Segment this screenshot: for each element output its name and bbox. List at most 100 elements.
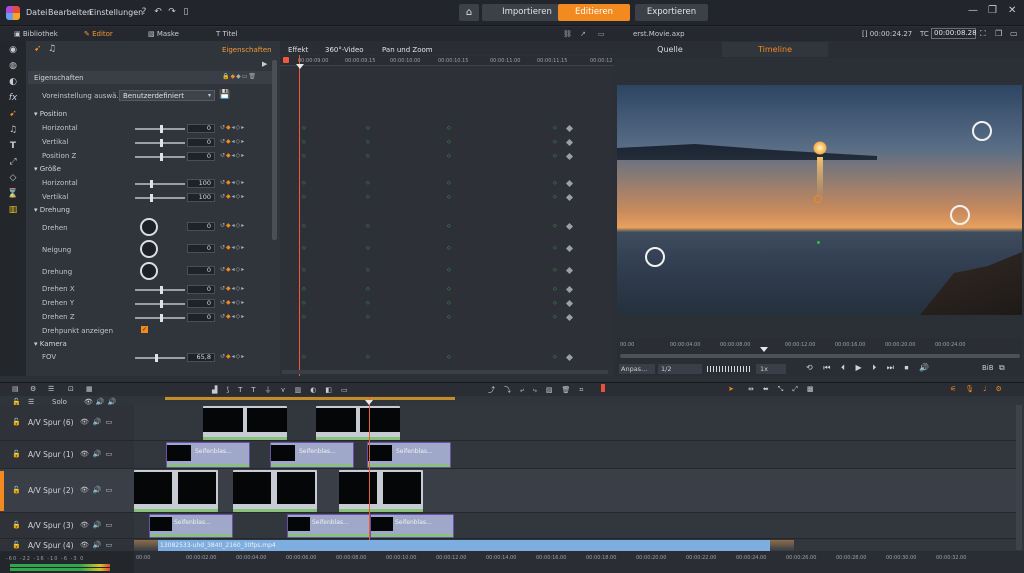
jog-wheel[interactable] [707, 366, 751, 372]
panel-tool-icon[interactable]: ▥ [7, 204, 19, 216]
value-ry[interactable]: 0 [187, 299, 215, 308]
section-size[interactable]: ▾ Größe [34, 165, 61, 173]
pivot-marker[interactable] [814, 195, 822, 203]
fx-tool-icon[interactable]: fx [7, 92, 19, 104]
storyboard-icon[interactable]: ▦ [86, 385, 93, 393]
value-rx[interactable]: 0 [187, 285, 215, 294]
slider-knob-sv[interactable] [150, 194, 153, 202]
clip-video[interactable]: Seifenblas... [270, 442, 354, 468]
keyframe-controls-z[interactable]: ↺◆◂◇▸ [220, 152, 245, 159]
slider-sv[interactable] [135, 197, 185, 199]
keyframe[interactable]: ◇ [447, 314, 451, 320]
undo-icon[interactable]: ↶ [152, 6, 164, 18]
keyframe-hscrollbar[interactable] [282, 370, 608, 374]
preview-window-icon[interactable]: ▭ [1010, 29, 1018, 38]
value-sh[interactable]: 100 [187, 179, 215, 188]
rotate-dial[interactable] [140, 218, 158, 236]
timeline-menu-icon[interactable]: ▤ [12, 385, 19, 393]
maximize-icon[interactable]: ❐ [988, 5, 997, 16]
slider-knob-ry[interactable] [160, 300, 163, 308]
timeline-playhead-handle-icon[interactable] [365, 400, 373, 405]
keyframe[interactable]: ◇ [366, 314, 370, 320]
value-z[interactable]: 0 [187, 152, 215, 161]
track-toggle-icons[interactable]: 👁🔊▭ [80, 486, 116, 494]
keyframe[interactable]: ◇ [302, 180, 306, 186]
panel-collapse-icon[interactable]: ▭ [598, 28, 605, 40]
timecode-current[interactable]: 00:00:08.28 [931, 28, 977, 39]
keyframe-controls-tilt[interactable]: ↺◆◂◇▸ [220, 244, 245, 251]
slider-knob-rz[interactable] [160, 314, 163, 322]
keyframe[interactable]: ◇ [447, 300, 451, 306]
settings-icon[interactable]: ⚙ [30, 385, 36, 393]
keyframe[interactable]: ◇ [553, 139, 557, 145]
video-preview[interactable] [617, 85, 1022, 315]
keyframe[interactable]: ◇ [366, 267, 370, 273]
link-icon[interactable]: ⛓ [563, 28, 572, 40]
edit-tools[interactable]: ⤴⤵⤶⤷▨🗑⌗ [488, 385, 592, 395]
keyframe[interactable]: ◇ [366, 354, 370, 360]
keyframe[interactable]: ◇ [302, 354, 306, 360]
track-toggle-icons[interactable]: 👁🔊▭ [80, 450, 116, 458]
keyframe-controls-fov[interactable]: ↺◆◂◇▸ [220, 353, 245, 360]
trim-tools[interactable]: ⇹⬌⤡⤢▩ [748, 385, 823, 394]
track-toggle-icons[interactable]: 👁🔊▭ [80, 418, 116, 426]
minimize-icon[interactable]: — [968, 5, 978, 16]
section-position[interactable]: ▾ Position [34, 110, 67, 118]
edit-button[interactable]: Editieren [558, 4, 630, 21]
keyframe[interactable]: ◇ [366, 223, 370, 229]
keyframe[interactable]: ◇ [447, 180, 451, 186]
keyframe[interactable]: ◇ [302, 223, 306, 229]
keyframe[interactable]: ◇ [553, 354, 557, 360]
keyframe[interactable]: ◇ [553, 153, 557, 159]
track-lock-icon[interactable]: 🔓 [12, 541, 21, 549]
section-camera[interactable]: ▾ Kamera [34, 340, 67, 348]
tilt-dial[interactable] [140, 240, 158, 258]
tab-title[interactable]: T Titel [216, 28, 238, 40]
keyframe[interactable]: ◇ [447, 223, 451, 229]
keyframe[interactable]: ◇ [366, 194, 370, 200]
keyframe[interactable]: ◇ [553, 180, 557, 186]
keyframe[interactable]: ◇ [366, 153, 370, 159]
value-tilt[interactable]: 0 [187, 244, 215, 253]
play-small-icon[interactable]: ▶ [262, 60, 267, 68]
ratio-select[interactable]: 1/2 [658, 364, 702, 374]
keyframe-controls-rz[interactable]: ↺◆◂◇▸ [220, 313, 245, 320]
fit-select[interactable]: Anpas... [619, 364, 655, 374]
transform-tool-icon[interactable]: ⤢ [7, 156, 19, 168]
keyframe[interactable]: ◇ [447, 245, 451, 251]
slider-knob-h[interactable] [160, 125, 163, 133]
keyframe[interactable]: ◇ [553, 267, 557, 273]
speed-tool-icon[interactable]: ⌛ [7, 188, 19, 200]
keyframe-controls-sv[interactable]: ↺◆◂◇▸ [220, 193, 245, 200]
track-lane[interactable] [134, 441, 1016, 469]
clip-video[interactable]: Seifenblas... [149, 514, 233, 538]
slider-knob-rx[interactable] [160, 286, 163, 294]
subtab-properties[interactable]: Eigenschaften [222, 44, 272, 56]
section-rotation[interactable]: ▾ Drehung [34, 206, 70, 214]
globe-tool-icon[interactable]: ◍ [7, 60, 19, 72]
clip-track[interactable] [316, 406, 400, 440]
keyframe[interactable]: ◇ [366, 180, 370, 186]
keyframe[interactable]: ◇ [366, 300, 370, 306]
keyframe-controls-h[interactable]: ↺◆◂◇▸ [220, 124, 245, 131]
close-icon[interactable]: ✕ [1008, 5, 1016, 16]
track-lane[interactable] [134, 513, 1016, 539]
clip-video[interactable]: Seifenblas... [166, 442, 250, 468]
save-preset-icon[interactable]: 💾 [219, 90, 230, 100]
twist-dial[interactable] [140, 262, 158, 280]
clip-track[interactable] [134, 470, 218, 512]
keyframe[interactable]: ◇ [553, 300, 557, 306]
keyframe-controls-twist[interactable]: ↺◆◂◇▸ [220, 266, 245, 273]
track-lock-icon[interactable]: 🔓 [12, 486, 21, 494]
transport-controls[interactable]: ⟲ ⏮ ⏴ ▶ ⏵ ⏭ ⏹ 🔊 [806, 363, 933, 373]
keyframe[interactable]: ◇ [302, 267, 306, 273]
keyframe[interactable]: ◇ [302, 286, 306, 292]
keyframe[interactable]: ◇ [447, 153, 451, 159]
preview-fullscreen-icon[interactable]: ⛶ [980, 29, 986, 39]
export-button[interactable]: Exportieren [635, 4, 708, 21]
pointer-tool-icon[interactable]: ➤ [728, 385, 743, 393]
media-tool-icon[interactable]: ◉ [7, 44, 19, 56]
header-controls[interactable]: 🔒◆◆▭🗑 [222, 73, 257, 80]
keyframe[interactable]: ◇ [366, 286, 370, 292]
track-lock-icon[interactable]: 🔓 [12, 450, 21, 458]
